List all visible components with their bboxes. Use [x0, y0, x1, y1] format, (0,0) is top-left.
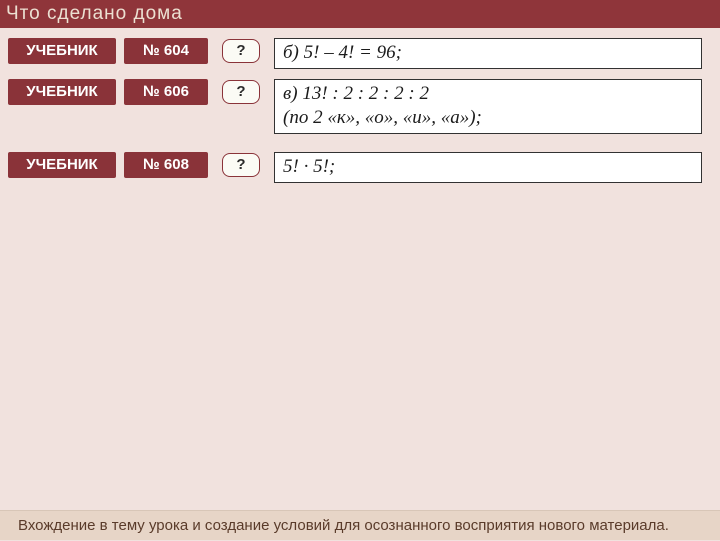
homework-row: УЧЕБНИК № 604 ? б) 5! – 4! = 96; — [0, 38, 720, 69]
page-title: Что сделано дома — [0, 0, 720, 28]
answer-text: в) 13! : 2 : 2 : 2 : 2 — [283, 83, 429, 104]
answer-text: 5! · 5!; — [283, 156, 335, 177]
source-badge: УЧЕБНИК — [8, 38, 116, 64]
answer-text: б) 5! – 4! = 96; — [283, 42, 402, 63]
hint-button[interactable]: ? — [222, 80, 260, 104]
hint-button[interactable]: ? — [222, 39, 260, 63]
homework-row: УЧЕБНИК № 608 ? 5! · 5!; — [0, 152, 720, 183]
answer-text: (по 2 «к», «о», «и», «а»); — [283, 107, 482, 128]
problem-number-badge: № 604 — [124, 38, 208, 64]
answer-box: б) 5! – 4! = 96; — [274, 38, 702, 69]
source-badge: УЧЕБНИК — [8, 152, 116, 178]
hint-button[interactable]: ? — [222, 153, 260, 177]
answer-box: в) 13! : 2 : 2 : 2 : 2 (по 2 «к», «о», «… — [274, 79, 702, 134]
footer-note: Вхождение в тему урока и создание услови… — [0, 510, 720, 540]
answer-box: 5! · 5!; — [274, 152, 702, 183]
problem-number-badge: № 608 — [124, 152, 208, 178]
problem-number-badge: № 606 — [124, 79, 208, 105]
homework-row: УЧЕБНИК № 606 ? в) 13! : 2 : 2 : 2 : 2 (… — [0, 79, 720, 134]
source-badge: УЧЕБНИК — [8, 79, 116, 105]
